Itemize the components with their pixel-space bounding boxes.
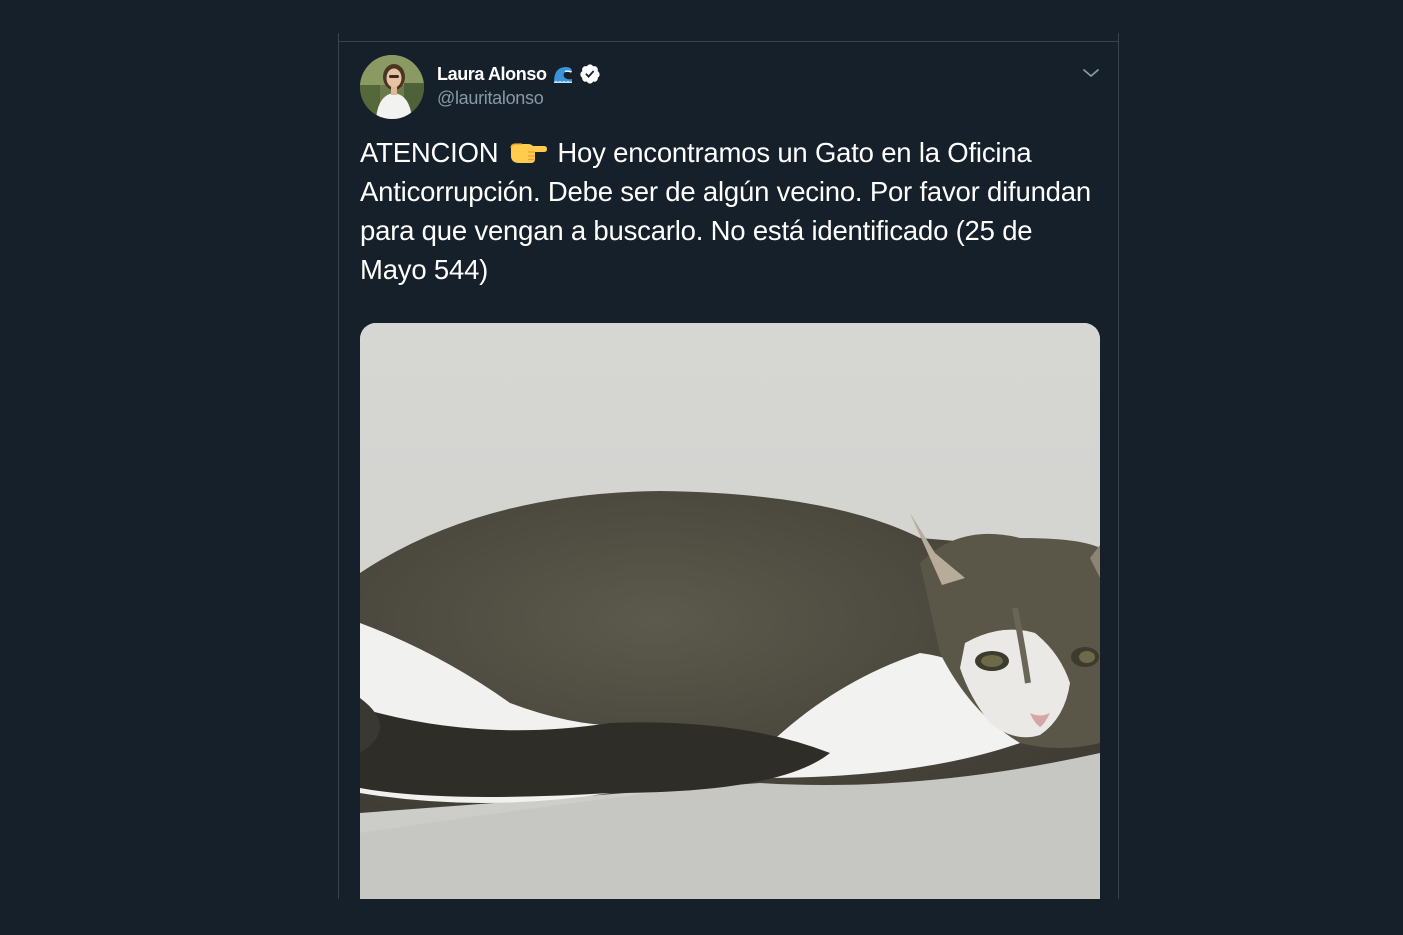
verified-badge-icon [579,63,601,85]
tweet-photo[interactable] [360,323,1100,899]
water-wave-icon [552,63,574,85]
display-name[interactable]: Laura Alonso [437,64,547,85]
user-handle[interactable]: @lauritalonso [437,88,544,109]
chevron-down-icon[interactable] [1079,61,1103,85]
tweet-text-part1: ATENCION [360,137,499,168]
avatar[interactable] [360,55,424,119]
backhand-index-pointing-right-icon [508,137,548,165]
tweet-text: ATENCION Hoy encontramos un Gato en la O… [360,133,1100,289]
divider [339,41,1118,42]
tweet-card[interactable]: Laura Alonso @lauritalonso ATENCION Hoy [338,33,1119,899]
author-name-row[interactable]: Laura Alonso [437,63,601,85]
